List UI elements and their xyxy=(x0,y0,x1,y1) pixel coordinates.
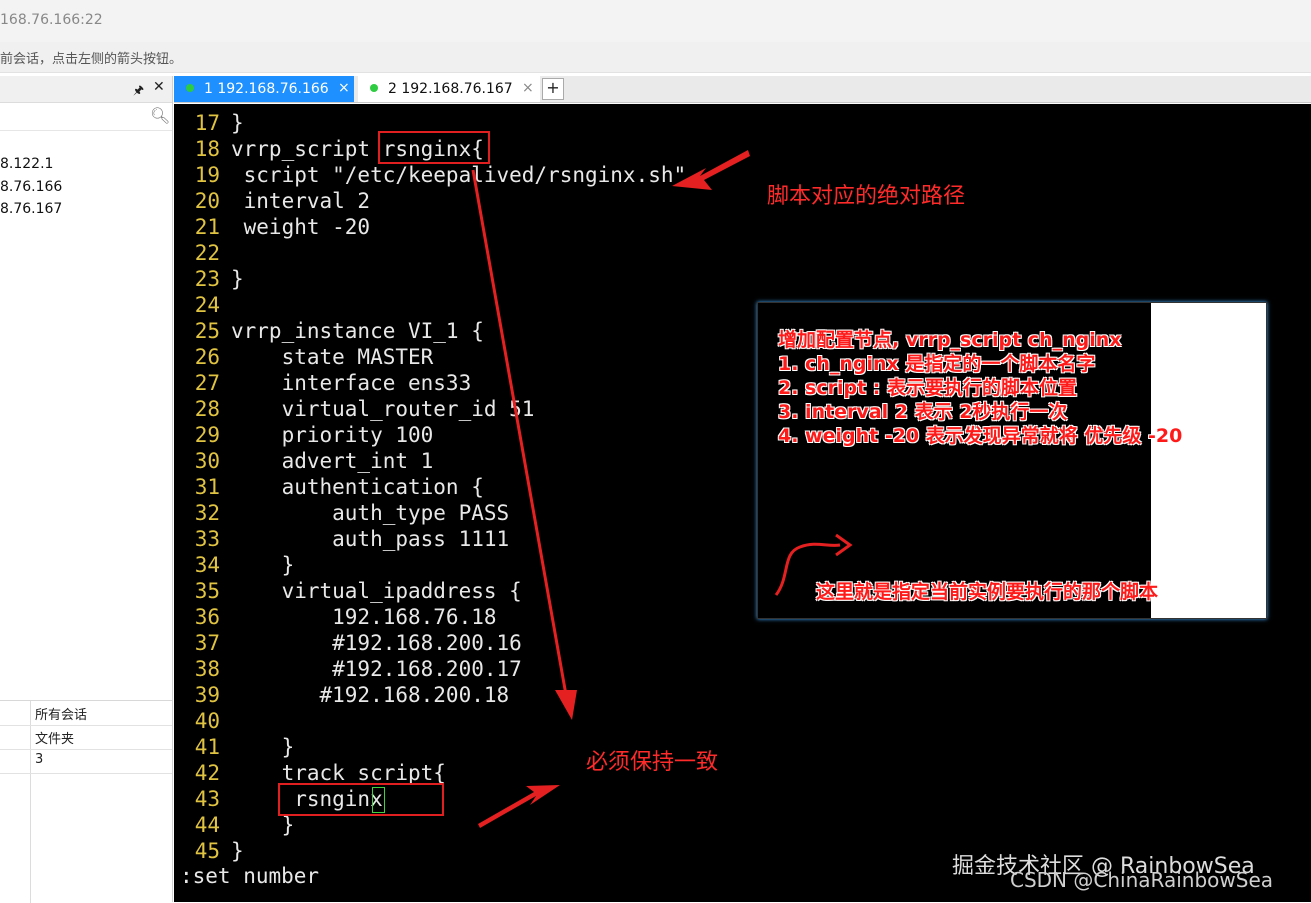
annotation-consistent-label: 必须保持一致 xyxy=(586,750,719,775)
watermark-csdn: CSDN @ChinaRainbowSea xyxy=(1010,868,1273,892)
arrow-consistent-head xyxy=(555,690,577,720)
arrow-path xyxy=(672,150,750,190)
annotation-path-label: 脚本对应的绝对路径 xyxy=(767,184,966,209)
note-line: 3. interval 2 表示 2秒执行一次 xyxy=(778,401,1068,423)
note-line: 1. ch_nginx 是指定的一个脚本名字 xyxy=(778,353,1096,375)
arrow-track xyxy=(478,785,560,828)
note-line: 增加配置节点, vrrp_script ch_nginx xyxy=(778,329,1122,351)
note-white-panel xyxy=(1151,303,1266,618)
arrow-consistent-line xyxy=(471,169,568,696)
note-bottom-line: 这里就是指定当前实例要执行的那个脚本 xyxy=(816,581,1159,603)
annotation-note-box: 增加配置节点, vrrp_script ch_nginx 1. ch_nginx… xyxy=(757,302,1267,619)
note-line: 4. weight -20 表示发现异常就将 优先级 -20 xyxy=(778,425,1183,447)
note-line: 2. script : 表示要执行的脚本位置 xyxy=(778,377,1078,399)
